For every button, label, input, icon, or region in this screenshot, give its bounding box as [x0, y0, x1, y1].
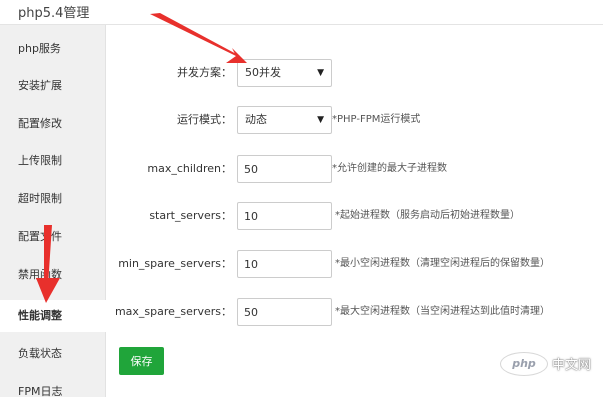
min-spare-servers-label: min_spare_servers： — [118, 257, 232, 270]
sidebar-item-load-status[interactable]: 负载状态 — [0, 338, 105, 370]
max-children-hint: *允许创建的最大子进程数 — [332, 163, 447, 174]
sidebar-item-timeout-limit[interactable]: 超时限制 — [0, 183, 105, 215]
max-spare-servers-hint: *最大空闲进程数（当空闲进程达到此值时清理） — [335, 306, 550, 317]
php-logo-icon: php — [500, 352, 548, 376]
app-title: php5.4管理 — [18, 6, 90, 21]
run-mode-label: 运行模式： — [177, 113, 232, 126]
min-spare-servers-input[interactable] — [237, 250, 332, 278]
save-button[interactable]: 保存 — [119, 347, 164, 375]
run-mode-select[interactable]: 动态 ▼ — [237, 106, 332, 134]
php-cn-watermark: php 中文网 — [500, 350, 600, 380]
start-servers-label: start_servers： — [149, 209, 232, 222]
max-spare-servers-input[interactable] — [237, 298, 332, 326]
min-spare-servers-hint: *最小空闲进程数（清理空闲进程后的保留数量） — [335, 258, 550, 269]
concurrency-select-value: 50并发 — [245, 66, 281, 79]
sidebar-item-config-edit[interactable]: 配置修改 — [0, 108, 105, 140]
sidebar-item-config-file[interactable]: 配置文件 — [0, 221, 105, 253]
window-header: php5.4管理 — [0, 0, 603, 25]
run-mode-hint: *PHP-FPM运行模式 — [332, 114, 421, 125]
sidebar-item-fpm-log[interactable]: FPM日志 — [0, 376, 105, 408]
start-servers-hint: *起始进程数（服务启动后初始进程数量） — [335, 210, 520, 221]
chevron-down-icon: ▼ — [317, 115, 324, 125]
sidebar-item-php-service[interactable]: php服务 — [0, 33, 105, 65]
main-panel: 并发方案： 50并发 ▼ 运行模式： 动态 ▼ *PHP-FPM运行模式 max… — [106, 25, 603, 397]
max-children-input[interactable] — [237, 155, 332, 183]
concurrency-select[interactable]: 50并发 ▼ — [237, 59, 332, 87]
chevron-down-icon: ▼ — [317, 68, 324, 78]
sidebar-item-upload-limit[interactable]: 上传限制 — [0, 145, 105, 177]
max-spare-servers-label: max_spare_servers： — [114, 305, 232, 318]
concurrency-label: 并发方案： — [177, 66, 232, 79]
start-servers-input[interactable] — [237, 202, 332, 230]
max-children-label: max_children： — [147, 162, 232, 175]
run-mode-select-value: 动态 — [245, 113, 267, 126]
sidebar-item-disabled-functions[interactable]: 禁用函数 — [0, 259, 105, 291]
sidebar-item-performance-tuning[interactable]: 性能调整 — [0, 300, 106, 332]
watermark-text: 中文网 — [552, 358, 592, 373]
sidebar: php服务 安装扩展 配置修改 上传限制 超时限制 配置文件 禁用函数 性能调整… — [0, 25, 106, 398]
sidebar-item-install-extensions[interactable]: 安装扩展 — [0, 70, 105, 102]
